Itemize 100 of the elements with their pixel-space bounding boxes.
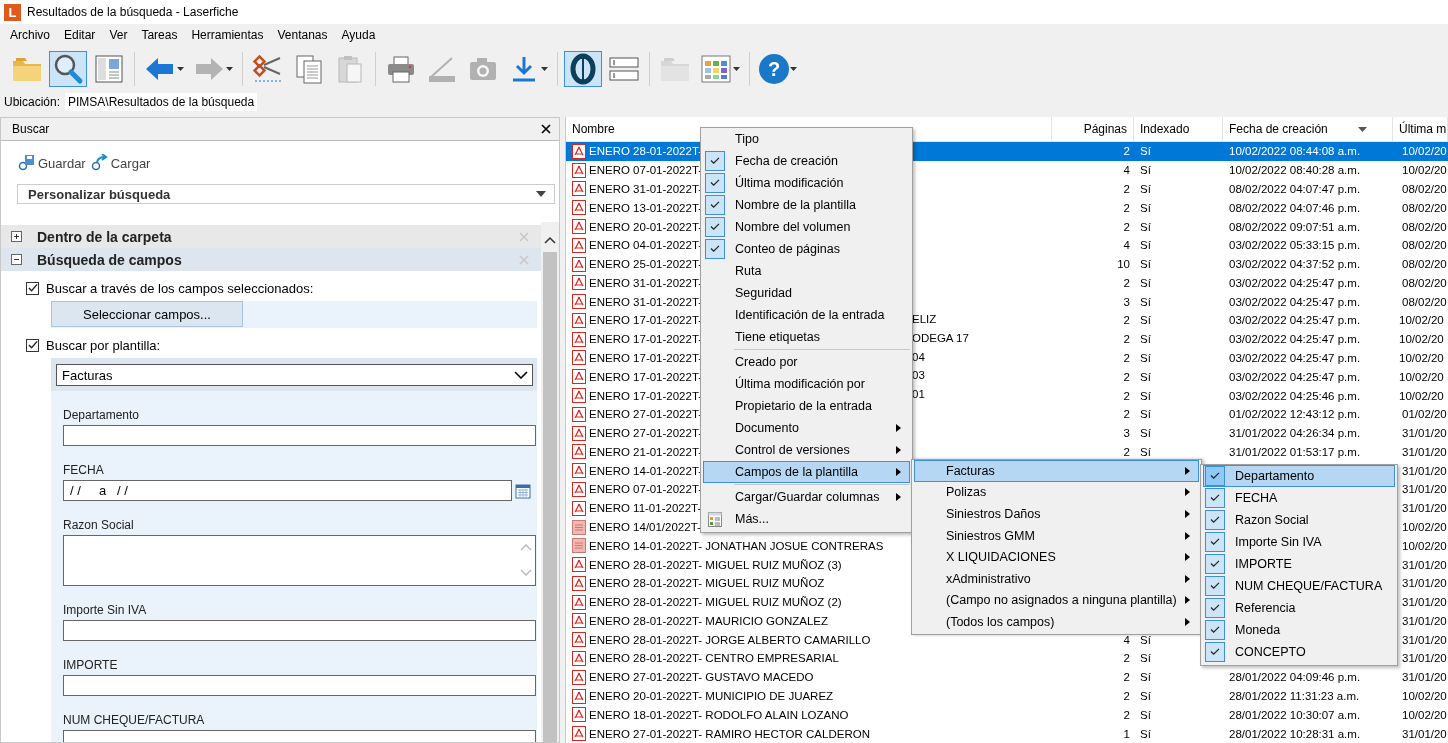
file-name[interactable]: ENERO 31-01-2022T- bbox=[589, 276, 703, 289]
menu-item[interactable]: NUM CHEQUE/FACTURA bbox=[1203, 575, 1395, 597]
file-name[interactable]: ENERO 28-01-2022T- MIGUEL RUIZ MUÑOZ bbox=[589, 577, 825, 590]
calendar-icon[interactable] bbox=[515, 482, 531, 499]
menu-item[interactable]: Archivo bbox=[3, 28, 57, 42]
column-header[interactable]: Fecha de creación bbox=[1223, 117, 1393, 141]
file-name[interactable]: ENERO 07-01-2022T- bbox=[589, 164, 703, 177]
file-name[interactable]: ENERO 28-01-2022T- MIGUEL RUIZ MUÑOZ (3) bbox=[589, 558, 842, 571]
menu-item[interactable]: xAdministrativo bbox=[914, 567, 1199, 590]
menu-item[interactable]: Herramientas bbox=[184, 28, 271, 42]
section-header[interactable]: Búsqueda de campos bbox=[1, 248, 541, 271]
menu-item[interactable]: Control de versiones bbox=[703, 439, 910, 461]
menu-item[interactable]: X LIQUIDACIONES bbox=[914, 546, 1199, 568]
toolbar-button[interactable] bbox=[49, 51, 87, 87]
file-name[interactable]: ENERO 28-01-2022T- MAURICIO GONZALEZ bbox=[589, 614, 828, 627]
select-fields-button[interactable]: Seleccionar campos... bbox=[51, 301, 243, 327]
input-field[interactable] bbox=[63, 620, 536, 641]
section-header[interactable]: Dentro de la carpeta bbox=[1, 225, 541, 248]
menu-item[interactable]: Identificación de la entrada bbox=[703, 304, 910, 326]
menu-item[interactable]: Seguridad bbox=[703, 282, 910, 304]
input-field[interactable] bbox=[63, 425, 536, 446]
column-header[interactable]: Páginas bbox=[1052, 117, 1134, 141]
menu-item[interactable]: Polizas bbox=[914, 481, 1199, 504]
input-field[interactable] bbox=[63, 675, 536, 696]
menu-item[interactable]: Conteo de páginas bbox=[703, 238, 910, 260]
file-name[interactable]: ENERO 31-01-2022T- bbox=[589, 295, 703, 308]
file-name[interactable]: ENERO 31-01-2022T- bbox=[589, 182, 703, 195]
menu-item[interactable]: Propietario de la entrada bbox=[703, 395, 910, 417]
file-name[interactable]: ENERO 17-01-2022T- bbox=[589, 370, 703, 383]
file-name[interactable]: ENERO 27-01-2022T- bbox=[589, 408, 703, 421]
scroll-thumb[interactable] bbox=[543, 252, 557, 742]
field-label: Importe Sin IVA bbox=[63, 603, 148, 617]
text-area[interactable] bbox=[63, 535, 536, 586]
checkbox[interactable] bbox=[26, 338, 39, 352]
menu-item[interactable]: CONCEPTO bbox=[1203, 641, 1395, 663]
file-name[interactable]: ENERO 11-01-2022T- bbox=[589, 502, 702, 515]
menu-item[interactable]: Razon Social bbox=[1203, 509, 1395, 531]
menu-item[interactable]: Nombre de la plantilla bbox=[703, 194, 910, 216]
menu-item[interactable]: Ayuda bbox=[334, 28, 383, 42]
checkbox[interactable] bbox=[26, 281, 39, 295]
menu-item[interactable]: Editar bbox=[57, 28, 103, 42]
file-name[interactable]: ENERO 20-01-2022T- MUNICIPIO DE JUAREZ bbox=[589, 690, 834, 703]
file-name[interactable]: ENERO 07-01-2022T- bbox=[589, 483, 703, 496]
file-name[interactable]: ENERO 17-01-2022T- bbox=[589, 314, 703, 327]
file-name[interactable]: ENERO 28-01-2022T- JORGE ALBERTO CAMARILLO bbox=[589, 633, 871, 646]
menu-item[interactable]: Última modificación bbox=[703, 172, 910, 194]
file-name[interactable]: ENERO 28-01-2022T- CENTRO EMPRESARIAL bbox=[589, 652, 839, 665]
menu-item[interactable]: Departamento bbox=[1203, 465, 1395, 487]
file-name[interactable]: ENERO 04-01-2022T- bbox=[589, 239, 703, 252]
menu-item[interactable]: Campos de la plantilla bbox=[703, 461, 910, 483]
menu-item[interactable]: FECHA bbox=[1203, 487, 1395, 509]
menu-item[interactable]: Última modificación por bbox=[703, 373, 910, 395]
menu-item[interactable]: IMPORTE bbox=[1203, 553, 1395, 575]
file-name[interactable]: ENERO 21-01-2022T- bbox=[589, 445, 703, 458]
menu-item[interactable]: Tipo bbox=[703, 128, 910, 150]
column-header[interactable]: Indexado bbox=[1134, 117, 1223, 141]
file-name[interactable]: ENERO 17-01-2022T- bbox=[589, 352, 703, 364]
file-name[interactable]: ENERO 20-01-2022T- bbox=[589, 220, 703, 233]
file-name[interactable]: ENERO 14/01/2022T- bbox=[589, 521, 701, 533]
file-name[interactable]: ENERO 14-01-2022T- bbox=[589, 464, 703, 477]
menu-item[interactable]: Fecha de creación bbox=[703, 150, 910, 172]
menu-item[interactable]: Moneda bbox=[1203, 619, 1395, 641]
menu-item[interactable]: Siniestros Daños bbox=[914, 503, 1199, 525]
menu-item[interactable]: Tareas bbox=[134, 28, 185, 42]
menu-item[interactable]: Referencia bbox=[1203, 597, 1395, 619]
file-name[interactable]: ENERO 17-01-2022T- bbox=[589, 333, 703, 346]
template-dropdown[interactable]: Facturas bbox=[56, 364, 533, 386]
menu-item[interactable]: Facturas bbox=[914, 460, 1199, 482]
menu-item[interactable]: Ventanas bbox=[270, 28, 335, 42]
file-name[interactable]: ENERO 27-01-2022T- bbox=[589, 427, 703, 440]
field-label: IMPORTE bbox=[63, 658, 119, 672]
menu-item[interactable]: Documento bbox=[703, 417, 910, 439]
menu-item[interactable]: Más... bbox=[703, 508, 910, 530]
menu-item[interactable]: (Todos los campos) bbox=[914, 611, 1199, 633]
file-name[interactable]: ENERO 14-01-2022T- JONATHAN JOSUE CONTRERAS bbox=[589, 539, 884, 552]
scrollbar[interactable] bbox=[541, 222, 559, 742]
menu-item[interactable]: Tiene etiquetas bbox=[703, 326, 910, 348]
close-icon[interactable] bbox=[541, 124, 551, 134]
file-name[interactable]: ENERO 18-01-2022T- RODOLFO ALAIN LOZANO bbox=[589, 708, 849, 721]
file-name[interactable]: ENERO 25-01-2022T- bbox=[589, 258, 703, 271]
preset-dropdown[interactable]: Personalizar búsqueda bbox=[17, 184, 555, 204]
menu-item[interactable]: Cargar/Guardar columnas bbox=[703, 486, 910, 508]
file-name[interactable]: ENERO 27-01-2022T- RAMIRO HECTOR CALDERON bbox=[589, 727, 870, 740]
menu-item[interactable]: (Campo no asignados a ninguna plantilla) bbox=[914, 589, 1199, 612]
menu-item[interactable]: Siniestros GMM bbox=[914, 524, 1199, 547]
file-name[interactable]: ENERO 27-01-2022T- GUSTAVO MACEDO bbox=[589, 671, 814, 684]
action-button[interactable]: Guardar bbox=[17, 154, 86, 172]
menu-item[interactable]: Ver bbox=[102, 28, 135, 42]
file-name[interactable]: ENERO 28-01-2022T- bbox=[589, 145, 703, 158]
menu-item[interactable]: Nombre del volumen bbox=[703, 216, 910, 238]
toolbar-button[interactable] bbox=[564, 51, 602, 87]
action-button[interactable]: Cargar bbox=[89, 154, 151, 172]
menu-item[interactable]: Importe Sin IVA bbox=[1203, 531, 1395, 553]
file-name[interactable]: ENERO 17-01-2022T- bbox=[589, 389, 703, 402]
column-header[interactable]: Última m bbox=[1393, 117, 1448, 141]
file-name[interactable]: ENERO 13-01-2022T- bbox=[589, 201, 703, 214]
date-field[interactable]: / / a / / bbox=[63, 480, 512, 501]
menu-item[interactable]: Creado por bbox=[703, 351, 910, 373]
file-name[interactable]: ENERO 28-01-2022T- MIGUEL RUIZ MUÑOZ (2) bbox=[589, 596, 842, 609]
menu-item[interactable]: Ruta bbox=[703, 260, 910, 282]
